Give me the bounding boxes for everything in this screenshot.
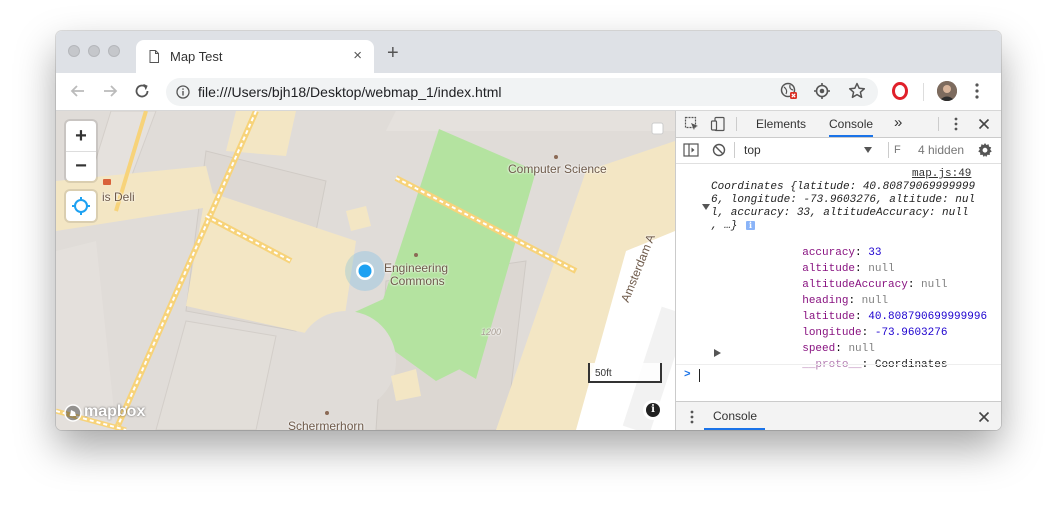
map-label-commons: Commons: [390, 274, 445, 288]
property-value: -73.9603276: [874, 327, 948, 339]
tab-title: Map Test: [170, 49, 223, 64]
browser-menu-icon[interactable]: [975, 83, 979, 99]
filter-divider-2: [888, 142, 889, 158]
address-bar[interactable]: file:///Users/bjh18/Desktop/webmap_1/ind…: [166, 78, 878, 106]
back-arrow-icon[interactable]: [68, 81, 88, 101]
attribution-button[interactable]: i: [643, 400, 663, 420]
property-colon: :: [907, 279, 922, 291]
map-scale-bar: 50ft: [588, 363, 662, 383]
crosshair-icon: [72, 197, 90, 215]
browser-tab[interactable]: Map Test ×: [136, 40, 374, 73]
close-drawer-icon[interactable]: [978, 411, 990, 423]
context-selector[interactable]: top: [740, 141, 880, 159]
opera-extension-icon[interactable]: [890, 81, 910, 101]
profile-photo-icon: [937, 81, 957, 101]
browser-toolbar: file:///Users/bjh18/Desktop/webmap_1/ind…: [56, 73, 1001, 111]
property-value: null: [921, 279, 948, 291]
geolocate-button[interactable]: [66, 191, 96, 221]
object-summary-line-1[interactable]: Coordinates {latitude: 40.80879069999999: [711, 181, 975, 193]
more-tabs-button[interactable]: »: [894, 114, 902, 131]
bookmark-star-icon[interactable]: [847, 81, 867, 101]
document-icon: [149, 50, 159, 63]
map-canvas[interactable]: Computer Science Engineering Commons is …: [56, 111, 675, 430]
browser-window: Map Test × + file:///Users/bjh18/Desktop…: [56, 31, 1001, 430]
drawer-menu-icon[interactable]: [690, 410, 694, 424]
map-label-deli: is Deli: [102, 190, 135, 204]
new-tab-button[interactable]: +: [387, 43, 399, 63]
close-window-button[interactable]: [68, 45, 80, 57]
context-value: top: [744, 143, 761, 157]
url-text: file:///Users/bjh18/Desktop/webmap_1/ind…: [198, 84, 502, 100]
map-label-engineering: Engineering: [384, 261, 449, 275]
tab-console[interactable]: Console: [829, 117, 874, 137]
forward-arrow-icon[interactable]: [100, 81, 120, 101]
maximize-window-button[interactable]: [108, 45, 120, 57]
device-toolbar-icon[interactable]: [710, 116, 726, 132]
dropdown-arrow-icon: [864, 147, 872, 153]
info-badge-icon[interactable]: i: [746, 221, 755, 230]
devtools-tab-bar: Elements Console »: [676, 111, 1001, 138]
collapsed-triangle-icon[interactable]: [714, 349, 721, 357]
close-devtools-icon[interactable]: [978, 118, 990, 130]
devtools-divider-2: [938, 117, 939, 131]
console-input[interactable]: >: [676, 365, 1001, 385]
mapbox-logo-text: mapbox: [84, 403, 146, 420]
page-content: Computer Science Engineering Commons is …: [56, 111, 1001, 430]
tab-close-icon[interactable]: ×: [353, 47, 362, 64]
title-bar: Map Test × +: [56, 31, 1001, 73]
filter-input[interactable]: F: [894, 144, 901, 156]
hidden-count[interactable]: 4 hidden: [918, 143, 964, 157]
map-label-schermerhorn: Schermerhorn: [288, 419, 365, 430]
devtools-divider: [736, 117, 737, 131]
expand-triangle-icon[interactable]: [702, 203, 710, 211]
map-label-computer-science: Computer Science: [508, 162, 607, 176]
object-summary-line-4[interactable]: , …}: [711, 220, 737, 232]
location-blocked-icon[interactable]: [779, 81, 799, 101]
zoom-out-button[interactable]: −: [66, 151, 96, 181]
map-tiles: [56, 111, 675, 430]
info-icon: i: [646, 403, 660, 417]
location-target-icon[interactable]: [812, 81, 832, 101]
profile-avatar[interactable]: [937, 81, 957, 101]
console-settings-gear-icon[interactable]: [977, 142, 993, 158]
devtools-panel: Elements Console » top F 4 hidden map.js…: [675, 111, 1001, 430]
source-link[interactable]: map.js:49: [912, 168, 971, 180]
clear-console-icon[interactable]: [712, 143, 726, 157]
drawer-tab-console[interactable]: Console: [704, 409, 766, 430]
console-output: map.js:49 Coordinates {latitude: 40.8087…: [676, 164, 1001, 401]
mapbox-logo-icon: [64, 404, 82, 422]
devtools-menu-icon[interactable]: [954, 117, 958, 131]
text-cursor: [699, 369, 700, 382]
map-label-house-number: 1200: [481, 327, 502, 337]
filter-divider: [734, 142, 735, 158]
object-summary-line-2[interactable]: 6, longitude: -73.9603276, altitude: nul: [711, 194, 975, 206]
toolbar-divider: [923, 83, 924, 101]
minimize-window-button[interactable]: [88, 45, 100, 57]
zoom-control: + −: [66, 121, 96, 181]
console-filter-bar: top F 4 hidden: [676, 138, 1001, 164]
inspect-element-icon[interactable]: [684, 116, 700, 132]
info-circle-icon[interactable]: [176, 85, 190, 99]
show-sidebar-icon[interactable]: [683, 143, 699, 157]
zoom-in-button[interactable]: +: [66, 121, 96, 151]
console-prompt-icon: >: [684, 369, 691, 381]
object-summary-line-3[interactable]: l, accuracy: 33, altitudeAccuracy: null: [711, 207, 968, 219]
reload-icon[interactable]: [132, 81, 152, 101]
tab-elements[interactable]: Elements: [756, 117, 806, 131]
console-drawer-bar: Console: [676, 401, 1001, 430]
